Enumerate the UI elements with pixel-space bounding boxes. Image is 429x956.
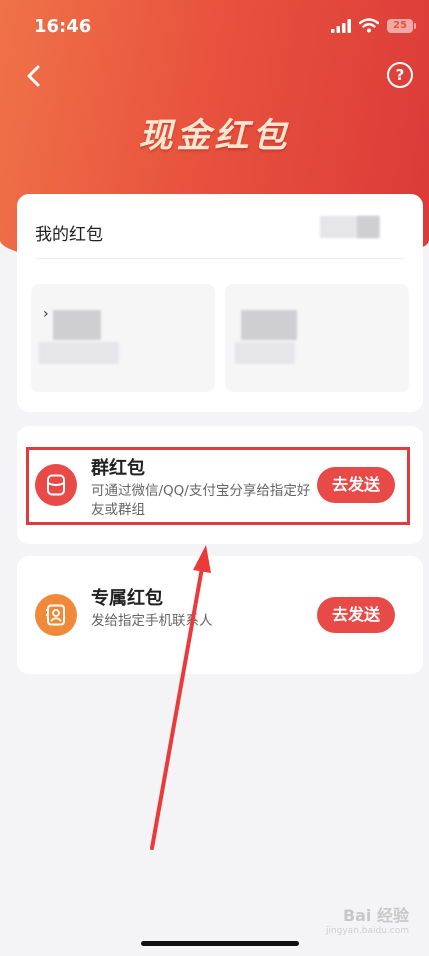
home-indicator[interactable] [141, 941, 299, 946]
watermark-url: jingyan.baidu.com [325, 926, 409, 936]
watermark-logo: Bai 经验 [342, 906, 409, 925]
pointer-arrow [150, 545, 211, 850]
